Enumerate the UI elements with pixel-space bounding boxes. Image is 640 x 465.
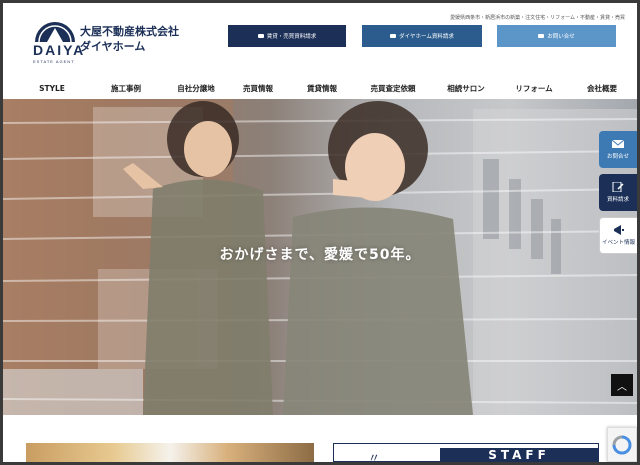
button-label: ダイヤホーム資料請求 bbox=[399, 34, 454, 40]
mail-icon bbox=[612, 139, 624, 148]
contact-button[interactable]: お問い合せ bbox=[497, 25, 616, 47]
side-tab-label: お問合せ bbox=[606, 154, 629, 160]
hero-banner: おかげさまで、愛媛で50年。 bbox=[3, 99, 637, 415]
logo-wordmark: DAIYA bbox=[33, 42, 86, 58]
rental-sales-request-button[interactable]: 賃貸・売買資料請求 bbox=[228, 25, 346, 47]
nav-item-company[interactable]: 会社概要 bbox=[567, 83, 637, 94]
header-tagline: 愛媛県西条市・新居浜市の新築・注文住宅・リフォーム・不動産・賃貸・売買 bbox=[450, 15, 625, 21]
staff-label: STAFF bbox=[440, 448, 598, 462]
nav-item-reform[interactable]: リフォーム bbox=[501, 83, 567, 94]
back-to-top-button[interactable]: ︿ bbox=[611, 374, 633, 396]
logo-mark-icon bbox=[35, 22, 75, 42]
button-label: 賃貸・売買資料請求 bbox=[266, 34, 317, 40]
staff-deco: 〃 bbox=[368, 451, 381, 462]
main-nav: STYLE 施工事例 自社分譲地 売買情報 賃貸情報 売買査定依頼 相続サロン … bbox=[3, 77, 637, 99]
staff-banner[interactable]: 〃 STAFF bbox=[333, 443, 599, 462]
side-request-tab[interactable]: 資料請求 bbox=[599, 174, 637, 211]
chevron-up-icon: ︿ bbox=[617, 381, 627, 393]
nav-item-appraisal[interactable]: 売買査定依頼 bbox=[355, 83, 431, 94]
logo-subtext: ESTATE AGENT bbox=[33, 59, 75, 64]
mail-icon bbox=[538, 34, 545, 38]
mail-icon bbox=[390, 34, 397, 38]
side-contact-tab[interactable]: お問合せ bbox=[599, 131, 637, 168]
button-label: お問い合せ bbox=[547, 34, 575, 40]
nav-item-style[interactable]: STYLE bbox=[17, 84, 87, 93]
nav-item-inheritance[interactable]: 相続サロン bbox=[431, 83, 501, 94]
nav-item-sales[interactable]: 売買情報 bbox=[227, 83, 289, 94]
site-logo[interactable]: DAIYA ESTATE AGENT 大屋不動産株式会社 ダイヤホーム bbox=[33, 16, 183, 66]
nav-item-rental[interactable]: 賃貸情報 bbox=[289, 83, 355, 94]
document-edit-icon bbox=[612, 182, 624, 192]
side-tab-label: 資料請求 bbox=[606, 197, 629, 203]
recaptcha-icon bbox=[612, 435, 632, 454]
page: DAIYA ESTATE AGENT 大屋不動産株式会社 ダイヤホーム 愛媛県西… bbox=[3, 3, 637, 462]
nav-item-works[interactable]: 施工事例 bbox=[87, 83, 165, 94]
feature-thumbnail[interactable] bbox=[26, 443, 314, 462]
recaptcha-badge[interactable] bbox=[607, 427, 637, 462]
side-event-tab[interactable]: イベント情報 bbox=[599, 217, 637, 254]
daiya-home-request-button[interactable]: ダイヤホーム資料請求 bbox=[362, 25, 482, 47]
nav-item-own-lots[interactable]: 自社分譲地 bbox=[165, 83, 227, 94]
megaphone-icon bbox=[613, 225, 624, 235]
mail-icon bbox=[257, 34, 264, 38]
side-tab-label: イベント情報 bbox=[601, 240, 635, 246]
hero-caption: おかげさまで、愛媛で50年。 bbox=[219, 247, 421, 263]
brand-name: ダイヤホーム bbox=[80, 40, 146, 53]
company-name: 大屋不動産株式会社 bbox=[80, 25, 179, 38]
